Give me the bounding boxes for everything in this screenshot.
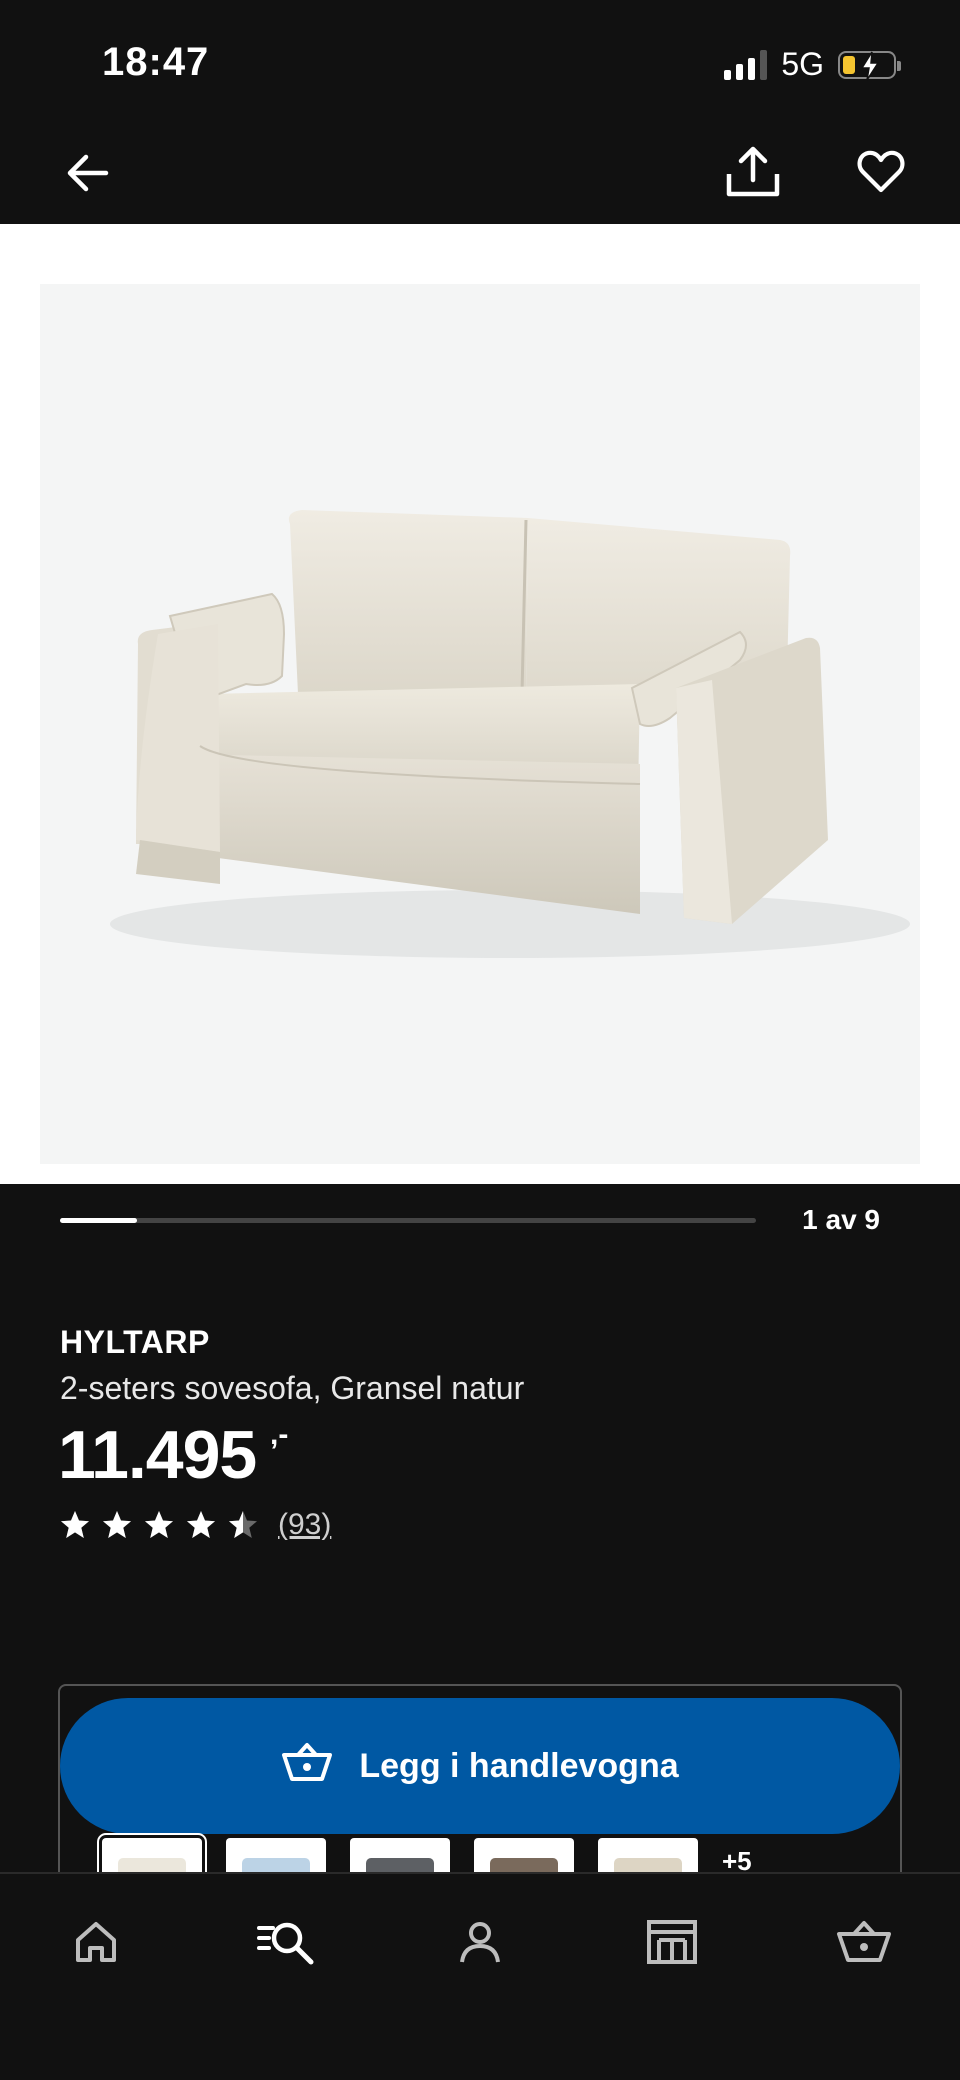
gallery-progress-fill <box>60 1218 137 1223</box>
profile-icon[interactable] <box>448 1910 512 1974</box>
star-icon <box>229 1511 257 1538</box>
product-image-area[interactable] <box>0 224 960 1184</box>
star-icon <box>61 1511 89 1538</box>
product-description: 2-seters sovesofa, Gransel natur <box>60 1370 525 1406</box>
status-bar: 18:47 5G <box>0 0 960 120</box>
status-time: 18:47 <box>102 40 210 84</box>
price-suffix: ,- <box>270 1418 289 1451</box>
rating-stars <box>60 1510 258 1540</box>
gallery-counter: 1 av 9 <box>802 1204 880 1235</box>
basket-icon[interactable] <box>832 1910 896 1974</box>
product-price: 11.495 <box>58 1417 257 1493</box>
home-icon[interactable] <box>64 1910 128 1974</box>
add-to-cart-label: Legg i handlevogna <box>359 1746 679 1785</box>
status-indicators: 5G <box>724 46 901 83</box>
signal-icon <box>724 49 768 80</box>
top-navigation <box>0 120 960 224</box>
shopping-basket-icon <box>281 1741 333 1792</box>
star-icon <box>187 1511 215 1538</box>
product-image[interactable] <box>40 284 920 1164</box>
star-icon <box>103 1511 131 1538</box>
gallery-progress-bar <box>60 1218 756 1223</box>
search-icon[interactable] <box>254 1910 318 1974</box>
bottom-navigation <box>0 1872 960 2080</box>
arrow-left-icon[interactable] <box>62 148 112 198</box>
add-to-cart-button[interactable]: Legg i handlevogna <box>60 1698 900 1834</box>
review-count-link[interactable]: (93) <box>278 1508 331 1542</box>
product-name: HYLTARP <box>60 1324 210 1360</box>
product-rating[interactable]: (93) <box>60 1508 331 1542</box>
star-icon <box>145 1511 173 1538</box>
network-type: 5G <box>781 46 824 82</box>
share-icon[interactable] <box>724 144 782 200</box>
battery-icon <box>838 50 901 80</box>
store-icon[interactable] <box>640 1910 704 1974</box>
heart-icon[interactable] <box>856 146 906 196</box>
